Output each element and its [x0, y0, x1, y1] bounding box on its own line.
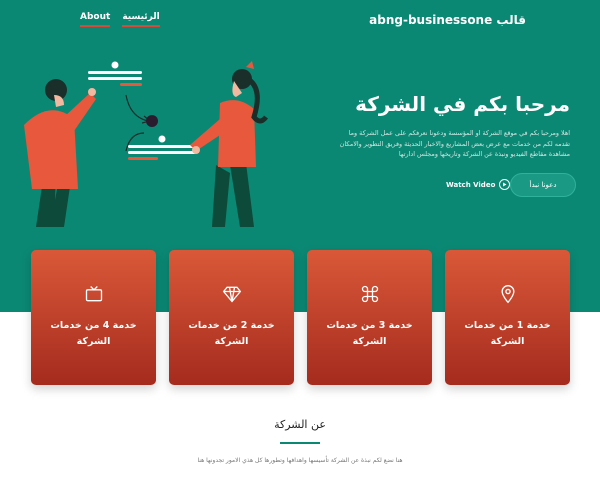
diamond-icon [222, 286, 241, 303]
play-icon [499, 179, 511, 190]
service-card-4[interactable]: خدمة 4 من خدمات الشركة [31, 250, 156, 385]
woman-figure [190, 61, 268, 227]
man-figure [24, 79, 96, 227]
about-divider [280, 442, 320, 444]
map-pin-icon [500, 285, 515, 304]
command-icon [361, 285, 378, 303]
watch-video-link[interactable]: Watch Video [446, 179, 511, 190]
about-text: هنا نضع لكم نبذة عن الشركة تأسيسها واهدا… [197, 457, 403, 464]
service-title: خدمة 2 من خدمات الشركة [188, 320, 275, 347]
nav-item-about[interactable]: About [80, 12, 111, 27]
service-card-3[interactable]: خدمة 2 من خدمات الشركة [169, 250, 294, 385]
tv-icon [85, 286, 102, 302]
nav-item-home[interactable]: الرئيسية [122, 12, 160, 27]
service-title: خدمة 1 من خدمات الشركة [464, 320, 551, 347]
service-card-2[interactable]: خدمة 3 من خدمات الشركة [307, 250, 432, 385]
site-brand[interactable]: قالب abng-businessone [369, 13, 526, 27]
hero-illustration [24, 61, 268, 227]
watch-video-label: Watch Video [446, 180, 496, 189]
hero-title: مرحبا بكم في الشركة [355, 92, 570, 116]
get-started-button[interactable]: دعونا نبدأ [510, 173, 576, 197]
main-nav: About الرئيسية [80, 12, 160, 27]
connector-graphic [88, 61, 196, 160]
service-card-1[interactable]: خدمة 1 من خدمات الشركة [445, 250, 570, 385]
service-title: خدمة 4 من خدمات الشركة [50, 320, 137, 347]
hero-description: اهلا ومرحبا بكم في موقع الشركة او المؤسس… [339, 129, 570, 158]
service-title: خدمة 3 من خدمات الشركة [326, 320, 413, 347]
about-title: عن الشركة [274, 418, 326, 431]
